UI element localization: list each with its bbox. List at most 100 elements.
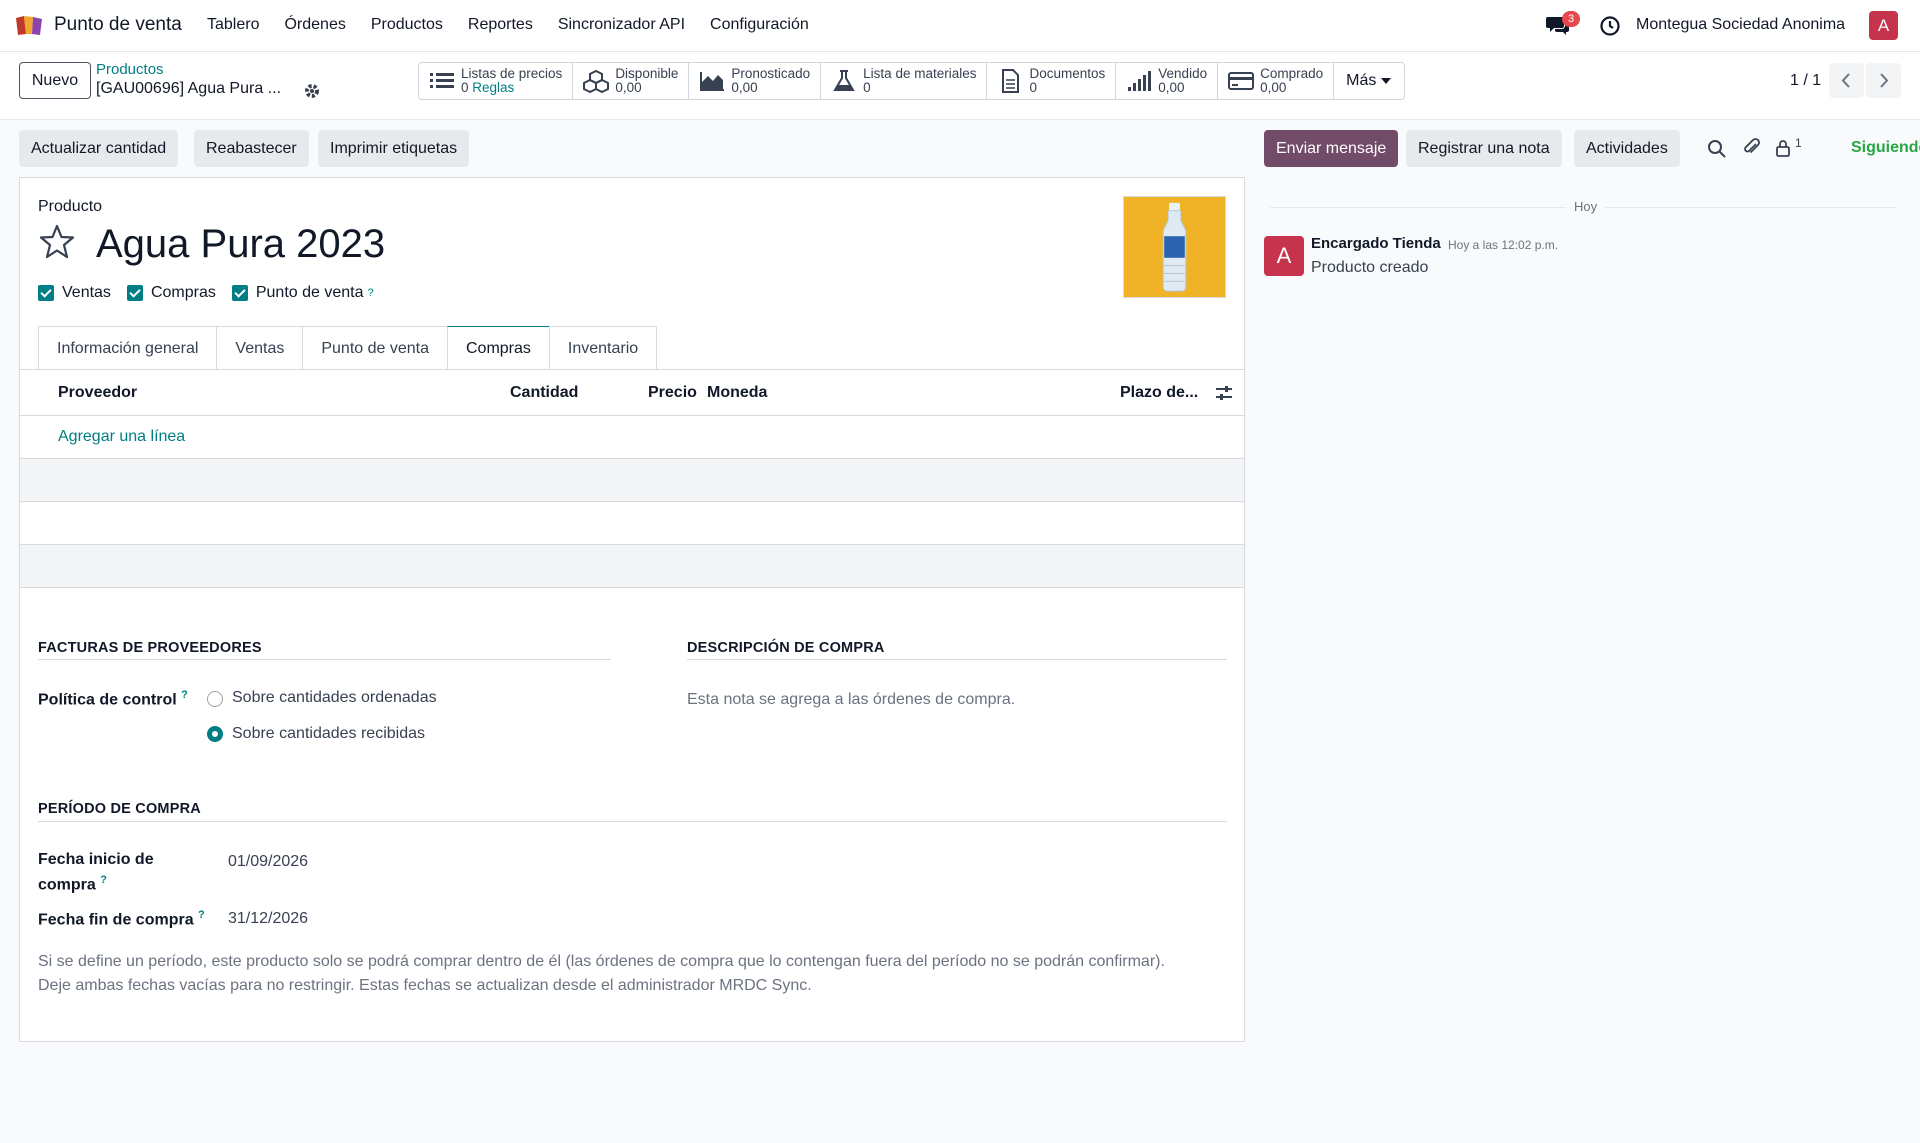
smart-button-documents[interactable]: Documentos 0 [987, 63, 1117, 99]
area-chart-icon [700, 72, 725, 91]
menu-item-reportes[interactable]: Reportes [468, 16, 533, 34]
control-panel: Nuevo Productos [GAU00696] Agua Pura ...… [0, 52, 1920, 120]
radio-ordered[interactable] [207, 691, 223, 707]
start-date-label-text: compra [38, 876, 96, 894]
tab-compras[interactable]: Compras [447, 326, 549, 370]
check-punto-de-venta[interactable]: Punto de venta? [231, 284, 374, 302]
section-divider [687, 659, 1227, 660]
user-avatar[interactable]: A [1869, 11, 1898, 40]
lock-icon[interactable] [1774, 138, 1794, 158]
smart-button-pricelists[interactable]: Listas de precios 0 Reglas [419, 63, 574, 99]
help-tooltip[interactable]: ? [367, 287, 373, 299]
company-switcher[interactable]: Montegua Sociedad Anonima [1636, 16, 1845, 34]
replenish-button[interactable]: Reabastecer [194, 130, 309, 167]
message-author-avatar[interactable]: A [1264, 236, 1304, 276]
menu-item-configuracion[interactable]: Configuración [710, 16, 809, 34]
update-quantity-button[interactable]: Actualizar cantidad [19, 130, 179, 167]
control-policy-label-text: Política de control [38, 691, 177, 709]
list-icon [430, 73, 454, 88]
check-label: Compras [150, 284, 216, 301]
message-body: Producto creado [1311, 259, 1429, 276]
more-button[interactable]: Más [1334, 63, 1404, 99]
col-plazo[interactable]: Plazo de... [1120, 384, 1198, 402]
chevron-right-icon [1880, 73, 1889, 88]
gear-icon[interactable] [303, 82, 321, 100]
help-tooltip[interactable]: ? [198, 909, 205, 921]
pager-next-button[interactable] [1866, 63, 1901, 98]
purchase-description-input[interactable]: Esta nota se agrega a las órdenes de com… [687, 691, 1015, 709]
menu-item-ordenes[interactable]: Órdenes [284, 16, 345, 34]
star-icon[interactable] [38, 224, 76, 260]
menu-item-sincronizador[interactable]: Sincronizador API [558, 16, 685, 34]
check-ventas[interactable]: Ventas [38, 284, 111, 302]
tab-punto-de-venta[interactable]: Punto de venta [302, 326, 447, 370]
checkbox-checked[interactable] [231, 285, 248, 301]
menu-item-tablero[interactable]: Tablero [207, 16, 259, 34]
pager-value[interactable]: 1 / 1 [1790, 72, 1821, 90]
checkbox-checked[interactable] [38, 285, 54, 301]
pager-previous-button[interactable] [1829, 63, 1864, 98]
app-logo-icon[interactable] [14, 14, 44, 36]
smart-button-label: Pronosticado [731, 66, 811, 81]
vendors-table-header: Proveedor Cantidad Precio Moneda Plazo d… [20, 370, 1244, 416]
purchase-period-title: PERÍODO DE COMPRA [38, 801, 201, 817]
smart-button-available[interactable]: Disponible 0,00 [573, 63, 690, 99]
optional-columns-icon[interactable] [1215, 384, 1233, 402]
section-divider [38, 659, 611, 660]
search-icon[interactable] [1707, 139, 1727, 159]
send-message-button[interactable]: Enviar mensaje [1264, 130, 1399, 167]
smart-button-value: 0,00 [1260, 80, 1287, 95]
activities-button[interactable]: Actividades [1574, 130, 1680, 167]
message-author[interactable]: Encargado Tienda [1311, 235, 1441, 252]
follow-button[interactable]: Siguiendo [1851, 139, 1920, 157]
col-proveedor[interactable]: Proveedor [58, 384, 137, 402]
smart-button-value: 0 [461, 80, 469, 95]
table-row [20, 545, 1244, 588]
main-menu: Tablero Órdenes Productos Reportes Sincr… [207, 16, 834, 34]
radio-ordered-label[interactable]: Sobre cantidades ordenadas [232, 689, 437, 707]
smart-button-label: Comprado [1260, 66, 1324, 81]
product-checks: Ventas Compras Punto de venta? [38, 284, 390, 302]
print-labels-button[interactable]: Imprimir etiquetas [318, 130, 470, 167]
breadcrumb-parent[interactable]: Productos [96, 61, 164, 78]
table-row [20, 459, 1244, 502]
chevron-left-icon [1841, 73, 1850, 88]
smart-button-label: Vendido [1158, 66, 1208, 81]
clock-icon[interactable] [1599, 15, 1621, 37]
help-tooltip[interactable]: ? [181, 689, 188, 701]
add-line-link[interactable]: Agregar una línea [58, 428, 185, 446]
check-compras[interactable]: Compras [126, 284, 216, 302]
menu-item-productos[interactable]: Productos [371, 16, 443, 34]
more-label: Más [1346, 72, 1377, 89]
paperclip-icon[interactable] [1742, 137, 1762, 157]
product-name[interactable]: Agua Pura 2023 [96, 222, 385, 267]
smart-button-purchased[interactable]: Comprado 0,00 [1218, 63, 1335, 99]
checkbox-checked[interactable] [126, 285, 143, 301]
col-cantidad[interactable]: Cantidad [510, 384, 578, 402]
app-name[interactable]: Punto de venta [54, 14, 182, 36]
col-precio[interactable]: Precio [648, 384, 697, 402]
end-date-field[interactable]: 31/12/2026 [228, 910, 308, 928]
log-note-button[interactable]: Registrar una nota [1406, 130, 1562, 167]
tab-informacion-general[interactable]: Información general [38, 326, 217, 370]
table-row [20, 502, 1244, 545]
credit-card-icon [1228, 72, 1255, 90]
start-date-field[interactable]: 01/09/2026 [228, 853, 308, 871]
radio-received[interactable] [207, 726, 223, 742]
purchase-period-help: Si se define un período, este producto s… [38, 950, 1238, 998]
smart-button-sold[interactable]: Vendido 0,00 [1116, 63, 1219, 99]
caret-down-icon [1381, 78, 1392, 84]
smart-button-bom[interactable]: Lista de materiales 0 [821, 63, 988, 99]
product-image[interactable] [1123, 196, 1226, 298]
help-tooltip[interactable]: ? [100, 874, 107, 886]
smart-buttons: Listas de precios 0 Reglas Disponible 0,00… [418, 62, 1406, 100]
radio-received-label[interactable]: Sobre cantidades recibidas [232, 725, 425, 743]
end-date-label: Fecha fin de compra ? [38, 909, 205, 929]
cubes-icon [583, 69, 610, 93]
tab-ventas[interactable]: Ventas [216, 326, 303, 370]
new-button[interactable]: Nuevo [19, 62, 91, 99]
tab-inventario[interactable]: Inventario [548, 326, 658, 370]
smart-button-forecasted[interactable]: Pronosticado 0,00 [689, 63, 822, 99]
top-navbar: Punto de venta Tablero Órdenes Productos… [0, 0, 1920, 52]
col-moneda[interactable]: Moneda [707, 384, 767, 402]
